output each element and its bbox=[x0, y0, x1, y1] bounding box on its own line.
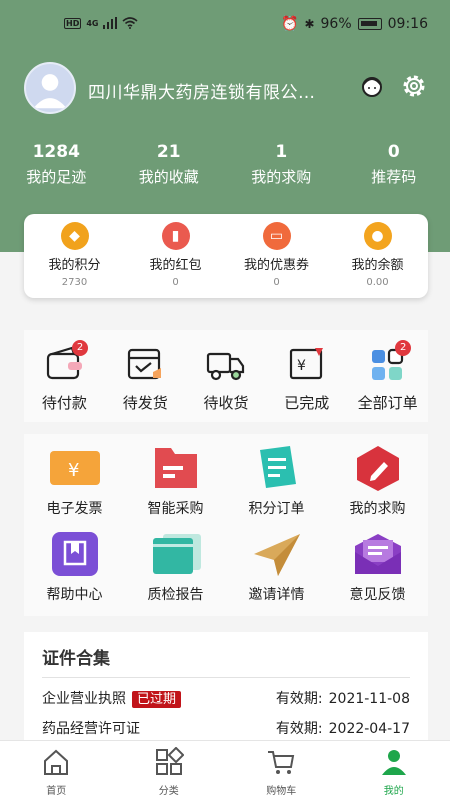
network-label: 4G bbox=[86, 18, 99, 28]
paper-plane-icon bbox=[253, 534, 300, 576]
tab-home[interactable]: 首页 bbox=[0, 741, 113, 800]
expired-badge: 已过期 bbox=[132, 691, 182, 708]
wallet-card: ◆ 我的积分 2730 ▮ 我的红包 0 ▭ 我的优惠券 0 ● 我的余额 0.… bbox=[24, 214, 428, 298]
certificates-title: 证件合集 bbox=[42, 644, 410, 678]
coupon-icon: ▭ bbox=[262, 222, 291, 250]
cert-row[interactable]: 企业营业执照 已过期 有效期: 2021-11-08 bbox=[42, 688, 410, 708]
order-all[interactable]: 2 全部订单 bbox=[347, 330, 428, 422]
wallet-red-packet[interactable]: ▮ 我的红包 0 bbox=[125, 214, 226, 298]
tools-card: ¥ 电子发票 智能采购 积分订单 我的求购 帮助中心 质检报告 邀请详情 意见反… bbox=[24, 434, 428, 616]
red-packet-icon: ▮ bbox=[161, 222, 190, 250]
tool-smart-purchase[interactable]: 智能采购 bbox=[125, 444, 226, 530]
tool-help-center[interactable]: 帮助中心 bbox=[24, 530, 125, 616]
tool-quality-report[interactable]: 质检报告 bbox=[125, 530, 226, 616]
bottom-tab-bar: 首页 分类 购物车 我的 bbox=[0, 740, 450, 800]
svg-text:¥: ¥ bbox=[68, 460, 79, 481]
validity-label: 有效期: bbox=[275, 721, 323, 737]
cert-row[interactable]: 药品经营许可证 有效期: 2022-04-17 bbox=[42, 718, 410, 738]
svg-text:¥: ¥ bbox=[297, 358, 306, 374]
tab-cart[interactable]: 购物车 bbox=[225, 741, 338, 800]
stat-purchase-requests[interactable]: 1 我的求购 bbox=[225, 142, 338, 187]
status-time: 09:16 bbox=[387, 16, 428, 32]
orders-card: 2 待付款 待发货 待收货 ¥ 已完成 2 全部订单 bbox=[24, 330, 428, 422]
battery-icon bbox=[357, 18, 382, 30]
avatar[interactable] bbox=[24, 62, 76, 114]
mail-icon bbox=[354, 534, 401, 574]
hd-icon: HD bbox=[64, 17, 82, 29]
order-badge: 2 bbox=[72, 340, 88, 356]
coins-icon: ● bbox=[363, 222, 392, 250]
edit-icon bbox=[356, 446, 399, 491]
validity-label: 有效期: bbox=[275, 691, 323, 707]
order-pending-payment[interactable]: 2 待付款 bbox=[24, 330, 105, 422]
order-pending-shipment[interactable]: 待发货 bbox=[105, 330, 186, 422]
tool-feedback[interactable]: 意见反馈 bbox=[327, 530, 428, 616]
box-check-icon bbox=[128, 348, 162, 380]
report-icon bbox=[152, 534, 201, 574]
tool-invitation-details[interactable]: 邀请详情 bbox=[226, 530, 327, 616]
tool-e-invoice[interactable]: ¥ 电子发票 bbox=[24, 444, 125, 530]
customer-service-icon[interactable] bbox=[358, 72, 386, 100]
diamond-icon: ◆ bbox=[60, 222, 89, 250]
settings-gear-icon[interactable] bbox=[400, 72, 428, 100]
bluetooth-icon: ✱ bbox=[304, 17, 315, 31]
order-completed[interactable]: ¥ 已完成 bbox=[266, 330, 347, 422]
user-icon bbox=[381, 750, 406, 775]
signal-icon bbox=[103, 17, 118, 29]
wallet-balance[interactable]: ● 我的余额 0.00 bbox=[327, 214, 428, 298]
folder-icon bbox=[154, 448, 197, 488]
wallet-points[interactable]: ◆ 我的积分 2730 bbox=[24, 214, 125, 298]
stat-footprint[interactable]: 1284 我的足迹 bbox=[0, 142, 113, 187]
truck-icon bbox=[206, 352, 245, 381]
tab-mine[interactable]: 我的 bbox=[338, 741, 450, 800]
company-name[interactable]: 四川华鼎大药房连锁有限公… bbox=[88, 78, 338, 103]
status-bar: HD 4G ⏰ ✱ 96% 09:16 bbox=[0, 0, 450, 52]
user-avatar-icon bbox=[33, 74, 67, 109]
home-icon bbox=[44, 749, 69, 775]
category-icon bbox=[155, 746, 185, 775]
wifi-icon bbox=[122, 17, 139, 29]
order-badge: 2 bbox=[395, 340, 412, 356]
battery-percent: 96% bbox=[320, 16, 352, 32]
tool-points-orders[interactable]: 积分订单 bbox=[226, 444, 327, 530]
cert-date: 2021-11-08 bbox=[328, 691, 410, 707]
order-pending-receipt[interactable]: 待收货 bbox=[186, 330, 267, 422]
stat-favorites[interactable]: 21 我的收藏 bbox=[113, 142, 226, 187]
tab-category[interactable]: 分类 bbox=[113, 741, 226, 800]
invoice-icon: ¥ bbox=[49, 451, 100, 485]
receipt-icon: ¥ bbox=[289, 348, 323, 380]
cert-name: 企业营业执照 bbox=[42, 691, 126, 707]
certificates-card: 证件合集 企业营业执照 已过期 有效期: 2021-11-08 药品经营许可证 有效… bbox=[24, 632, 428, 742]
clipboard-icon bbox=[259, 446, 296, 488]
stats-row: 1284 我的足迹 21 我的收藏 1 我的求购 0 推荐码 bbox=[0, 142, 450, 187]
cert-name: 药品经营许可证 bbox=[42, 721, 140, 737]
cert-date: 2022-04-17 bbox=[328, 721, 410, 737]
wallet-coupons[interactable]: ▭ 我的优惠券 0 bbox=[226, 214, 327, 298]
tool-my-purchase-requests[interactable]: 我的求购 bbox=[327, 444, 428, 530]
cart-icon bbox=[268, 751, 295, 774]
alarm-icon: ⏰ bbox=[281, 16, 299, 32]
book-icon bbox=[51, 532, 98, 576]
stat-referral-code[interactable]: 0 推荐码 bbox=[338, 142, 450, 187]
